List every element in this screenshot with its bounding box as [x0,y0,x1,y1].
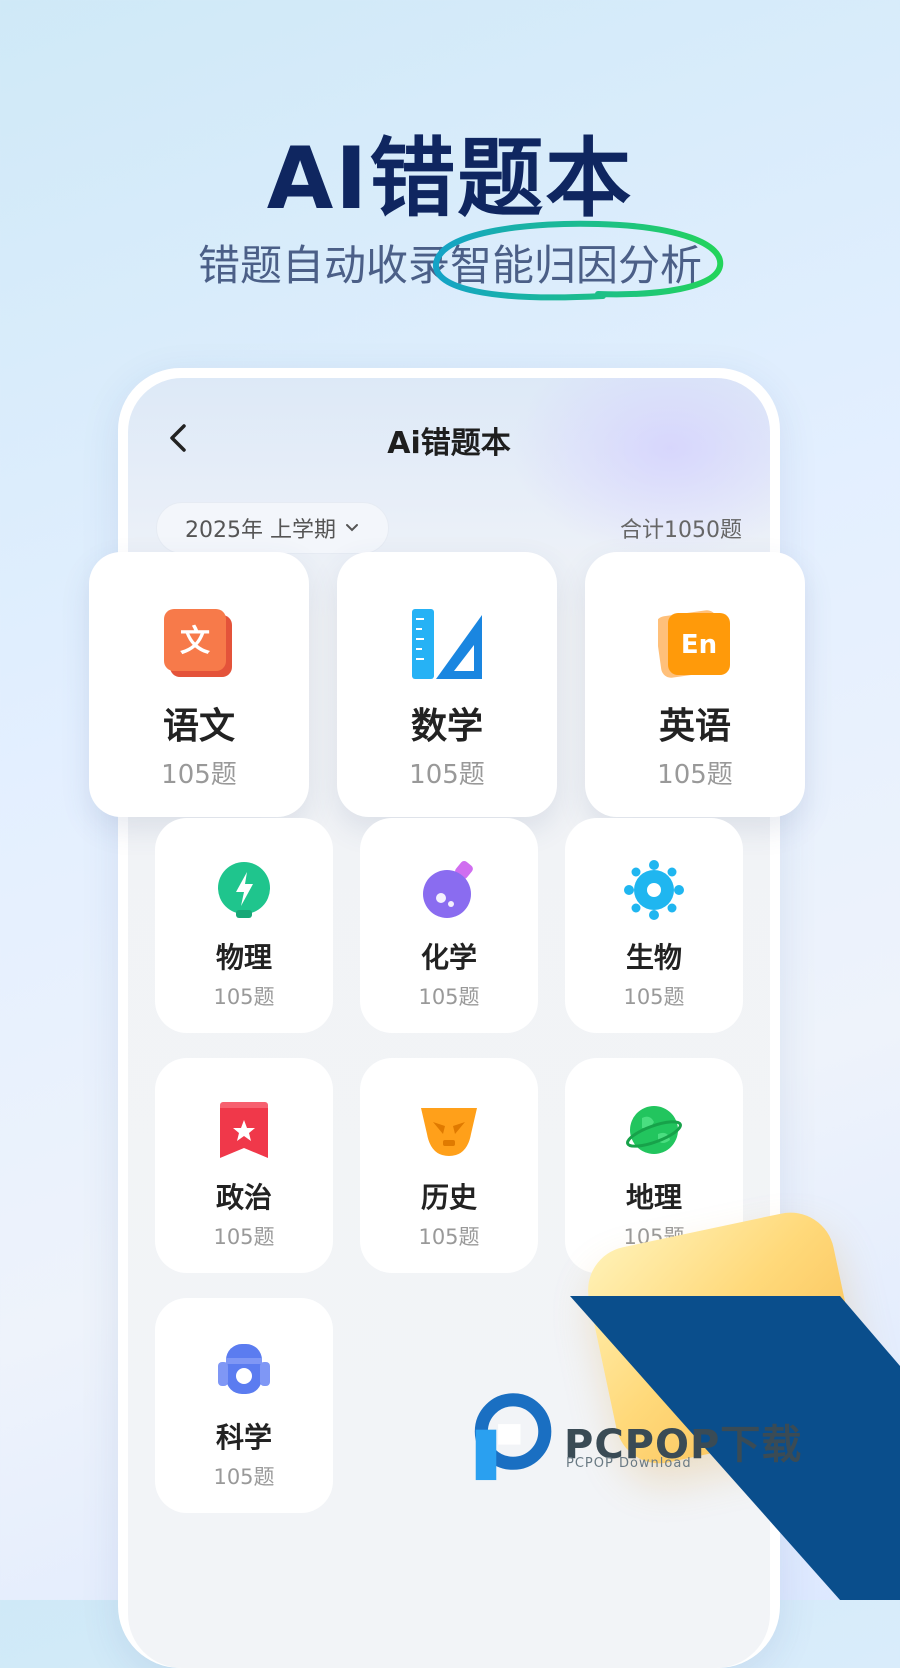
hero-title: AI错题本 [266,129,634,229]
svg-text:En: En [681,630,717,660]
subject-count: 105题 [161,760,237,790]
subject-count: 105题 [418,985,480,1009]
subject-name: 政治 [215,1181,272,1214]
star-banner-icon [220,1102,268,1158]
term-selector[interactable]: 2025年 上学期 [156,502,389,554]
english-en-icon: En [658,610,730,678]
hero-subtitle-highlight: 智能归因分析 [450,241,703,290]
globe-icon [626,1106,682,1154]
subject-name: 数学 [410,706,483,747]
subject-card-chinese[interactable]: 文 语文 105题 [89,552,309,817]
subject-name: 化学 [420,941,477,974]
subject-card-science[interactable]: 科学 105题 [155,1298,333,1513]
pcpop-logo-icon [474,1393,552,1481]
term-selector-label: 2025年 上学期 [185,518,336,543]
subject-card-physics[interactable]: 物理 105题 [155,818,333,1033]
hero-subtitle-plain: 错题自动收录 [197,241,450,290]
ruler-triangle-icon [412,609,482,679]
subject-name: 物理 [215,941,272,974]
chevron-down-icon [345,524,358,532]
pcpop-watermark: PCPOP下载 PCPOP Download [472,1390,862,1490]
subject-count: 105题 [623,985,685,1009]
lightning-bulb-icon [218,862,270,918]
subject-count: 105题 [657,760,733,790]
svg-text:文: 文 [180,624,210,659]
hero-subtitle-highlight-wrap: 智能归因分析 [433,220,724,301]
nav-title: Ai错题本 [387,426,511,461]
subject-name: 科学 [215,1421,272,1454]
subject-count: 105题 [213,1225,275,1249]
bronze-mask-icon [421,1108,477,1156]
subject-card-english[interactable]: En 英语 105题 [585,552,805,817]
flask-icon [423,861,473,918]
subject-name: 历史 [420,1181,477,1214]
subject-card-history[interactable]: 历史 105题 [360,1058,538,1273]
subject-card-math[interactable]: 数学 105题 [337,552,557,817]
subject-count: 105题 [409,760,485,790]
subject-card-biology[interactable]: 生物 105题 [565,818,743,1033]
subject-card-politics[interactable]: 政治 105题 [155,1058,333,1273]
subject-count: 105题 [418,1225,480,1249]
chinese-book-icon: 文 [164,609,232,677]
watermark-sub: PCPOP Download [566,1456,692,1471]
subject-card-chemistry[interactable]: 化学 105题 [360,818,538,1033]
subject-count: 105题 [213,985,275,1009]
subject-name: 地理 [625,1181,682,1214]
subject-name: 语文 [162,706,235,747]
subject-count: 105题 [213,1465,275,1489]
robot-icon [218,1344,270,1394]
hero-subtitle: 错题自动收录智能归因分析 [0,220,900,301]
total-count: 合计1050题 [620,518,742,543]
subject-name: 生物 [625,941,682,974]
virus-cell-icon [624,860,684,920]
subject-name: 英语 [658,706,731,747]
